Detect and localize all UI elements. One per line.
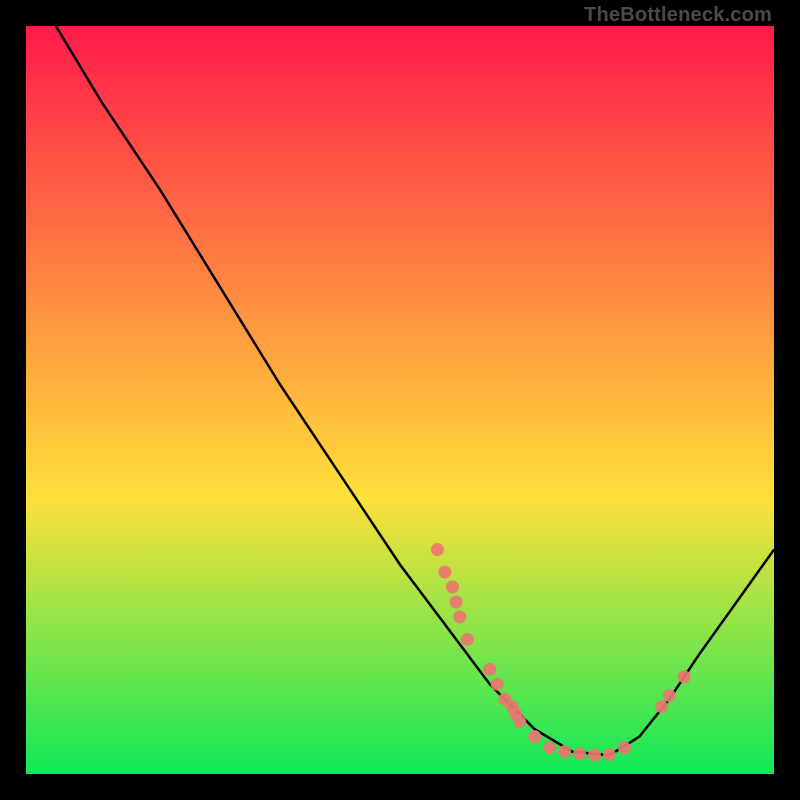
- data-point: [573, 747, 586, 760]
- data-point: [453, 610, 466, 623]
- bottleneck-curve-chart: [26, 26, 774, 774]
- data-point: [450, 596, 463, 609]
- data-point: [446, 581, 459, 594]
- watermark-text: TheBottleneck.com: [584, 4, 772, 27]
- data-point: [603, 748, 616, 761]
- data-point: [663, 689, 676, 702]
- data-point: [461, 633, 474, 646]
- data-point: [438, 566, 451, 579]
- data-point: [543, 741, 556, 754]
- data-point: [513, 715, 526, 728]
- data-point: [618, 741, 631, 754]
- chart-frame: [26, 26, 774, 774]
- data-point: [483, 663, 496, 676]
- gradient-background: [26, 26, 774, 774]
- data-point: [655, 700, 668, 713]
- data-point: [431, 543, 444, 556]
- data-point: [558, 745, 571, 758]
- data-point: [678, 670, 691, 683]
- data-point: [491, 678, 504, 691]
- data-point: [588, 749, 601, 762]
- data-point: [528, 730, 541, 743]
